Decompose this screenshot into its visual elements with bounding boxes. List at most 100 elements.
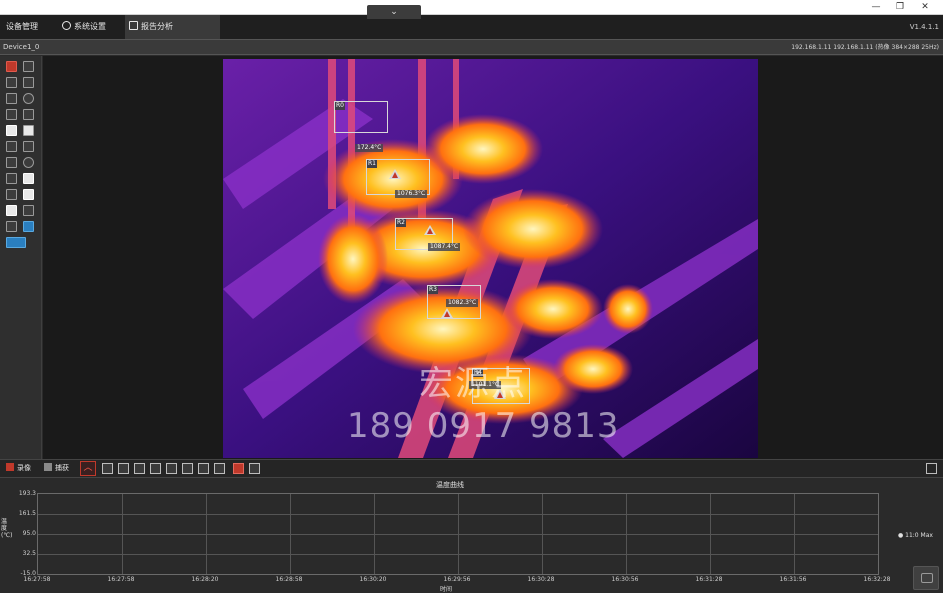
polygon-tool-icon[interactable] — [6, 109, 17, 120]
line-tool-icon[interactable] — [23, 77, 34, 88]
device-ip-info: 192.168.1.11 192.168.1.11 (热像 384×288 25… — [791, 44, 939, 51]
blank-tool-icon[interactable] — [6, 125, 17, 136]
x-tick: 16:27:58 — [107, 576, 135, 583]
roi-temp-r1: 1076.3°C — [395, 190, 428, 198]
crosshair-point-tool-icon[interactable] — [6, 77, 17, 88]
zoom-in-tool-icon[interactable] — [6, 141, 17, 152]
settings-tool-icon[interactable] — [23, 157, 34, 168]
layout-5-button[interactable] — [166, 463, 177, 474]
restore-button[interactable]: ❐ — [890, 0, 910, 15]
x-tick: 16:31:28 — [695, 576, 723, 583]
y-tick: 32.5 — [22, 550, 36, 557]
record-label: 录像 — [17, 464, 31, 472]
video-tool-icon[interactable] — [6, 189, 17, 200]
grid-line — [458, 494, 459, 574]
grid-line — [794, 494, 795, 574]
fullscreen-icon[interactable] — [926, 463, 937, 474]
device-name: Device1_0 — [3, 43, 40, 51]
y-axis-label: 温度(℃) — [1, 518, 13, 539]
x-tick: 16:27:58 — [23, 576, 51, 583]
y-tick: 95.0 — [22, 530, 36, 537]
close-button[interactable]: ✕ — [915, 0, 935, 15]
version-label: V1.4.1.1 — [909, 23, 939, 31]
y-tick: 193.3 — [18, 490, 36, 497]
chart-tool-icon[interactable] — [6, 205, 17, 216]
report-tool-icon[interactable] — [23, 205, 34, 216]
layout-16-button[interactable] — [249, 463, 260, 474]
roi-label-r1: R1 — [367, 160, 377, 168]
focus-tool-icon[interactable] — [6, 173, 17, 184]
table-tool-icon[interactable] — [6, 221, 17, 232]
collapse-toolbar-button[interactable]: ⌄ — [367, 5, 421, 19]
layout-9-button[interactable] — [233, 463, 244, 474]
rectangle-tool-icon[interactable] — [6, 93, 17, 104]
x-tick: 16:30:20 — [359, 576, 387, 583]
tool-panel — [0, 56, 42, 459]
layout-3-button[interactable] — [134, 463, 145, 474]
x-axis-label: 时间 — [440, 586, 453, 593]
watermark-phone: 189 0917 9813 — [347, 406, 620, 446]
minimize-button[interactable]: — — [866, 0, 886, 15]
x-tick: 16:30:56 — [611, 576, 639, 583]
layout-8-button[interactable] — [214, 463, 225, 474]
capture-label: 捕获 — [55, 464, 69, 472]
x-tick: 16:28:20 — [191, 576, 219, 583]
menu-bar: 设备管理 系统设置 报告分析 V1.4.1.1 — [0, 15, 943, 39]
roi-label-r3: R3 — [428, 286, 438, 294]
layout-7-button[interactable] — [198, 463, 209, 474]
roi-temp-r0: 172.4°C — [355, 144, 384, 152]
x-tick: 16:32:28 — [863, 576, 891, 583]
expand-up-button[interactable]: ︿ — [80, 461, 96, 476]
pen-tool-icon[interactable] — [23, 61, 34, 72]
export-tool-icon[interactable] — [23, 189, 34, 200]
video-viewport: R0 172.4°C R1 1076.3°C R2 1087.4°C R3 10… — [43, 56, 943, 459]
x-tick: 16:29:56 — [443, 576, 471, 583]
record-button[interactable]: 录像 — [4, 462, 31, 475]
grid-line — [542, 494, 543, 574]
lock-icon — [6, 463, 14, 471]
grid-line — [122, 494, 123, 574]
pin-tool-icon[interactable] — [6, 237, 26, 248]
roi-temp-r2: 1087.4°C — [428, 243, 461, 251]
menu-label: 设备管理 — [6, 22, 38, 31]
app-window: — ❐ ✕ ⌄ 设备管理 系统设置 报告分析 V1.4.1.1 Device1_… — [0, 0, 943, 593]
x-tick: 16:28:58 — [275, 576, 303, 583]
ellipse-tool-icon[interactable] — [23, 93, 34, 104]
menu-device-management[interactable]: 设备管理 — [2, 15, 42, 39]
layout-4-button[interactable] — [150, 463, 161, 474]
graph-plot-area[interactable] — [37, 493, 879, 575]
globe-tool-icon[interactable] — [23, 221, 34, 232]
grid-line — [710, 494, 711, 574]
layout-1-button[interactable] — [102, 463, 113, 474]
roi-temp-r3: 1082.3°C — [446, 299, 479, 307]
grid-line — [626, 494, 627, 574]
watermark-name: 宏源点 — [419, 364, 527, 404]
grid-line — [374, 494, 375, 574]
alarm-warning-icon — [441, 308, 453, 318]
zoom-out-tool-icon[interactable] — [23, 141, 34, 152]
palette-tool-icon[interactable] — [23, 125, 34, 136]
calculator-tool-icon[interactable] — [23, 109, 34, 120]
device-info-bar: Device1_0 192.168.1.11 192.168.1.11 (热像 … — [0, 39, 943, 55]
edit-icon — [129, 21, 138, 30]
menu-system-settings[interactable]: 系统设置 — [58, 15, 110, 39]
menu-report-analysis[interactable]: 报告分析 — [125, 15, 220, 39]
select-tool-icon[interactable] — [6, 61, 17, 72]
layout-6-button[interactable] — [182, 463, 193, 474]
alarm-warning-icon — [424, 225, 436, 235]
grid-line — [206, 494, 207, 574]
roi-label-r0: R0 — [335, 102, 345, 110]
capture-button[interactable]: 捕获 — [42, 462, 69, 475]
graph-settings-button[interactable] — [913, 566, 939, 590]
window-icon — [921, 573, 933, 583]
menu-label: 报告分析 — [141, 22, 173, 31]
chevron-up-icon: ︿ — [83, 463, 93, 473]
menu-label: 系统设置 — [74, 22, 106, 31]
fit-tool-icon[interactable] — [6, 157, 17, 168]
x-tick: 16:30:28 — [527, 576, 555, 583]
graph-title: 温度曲线 — [436, 481, 464, 489]
x-tick: 16:31:56 — [779, 576, 807, 583]
layout-2-button[interactable] — [118, 463, 129, 474]
graph-legend: ● 11:0 Max — [898, 532, 933, 539]
camera-tool-icon[interactable] — [23, 173, 34, 184]
